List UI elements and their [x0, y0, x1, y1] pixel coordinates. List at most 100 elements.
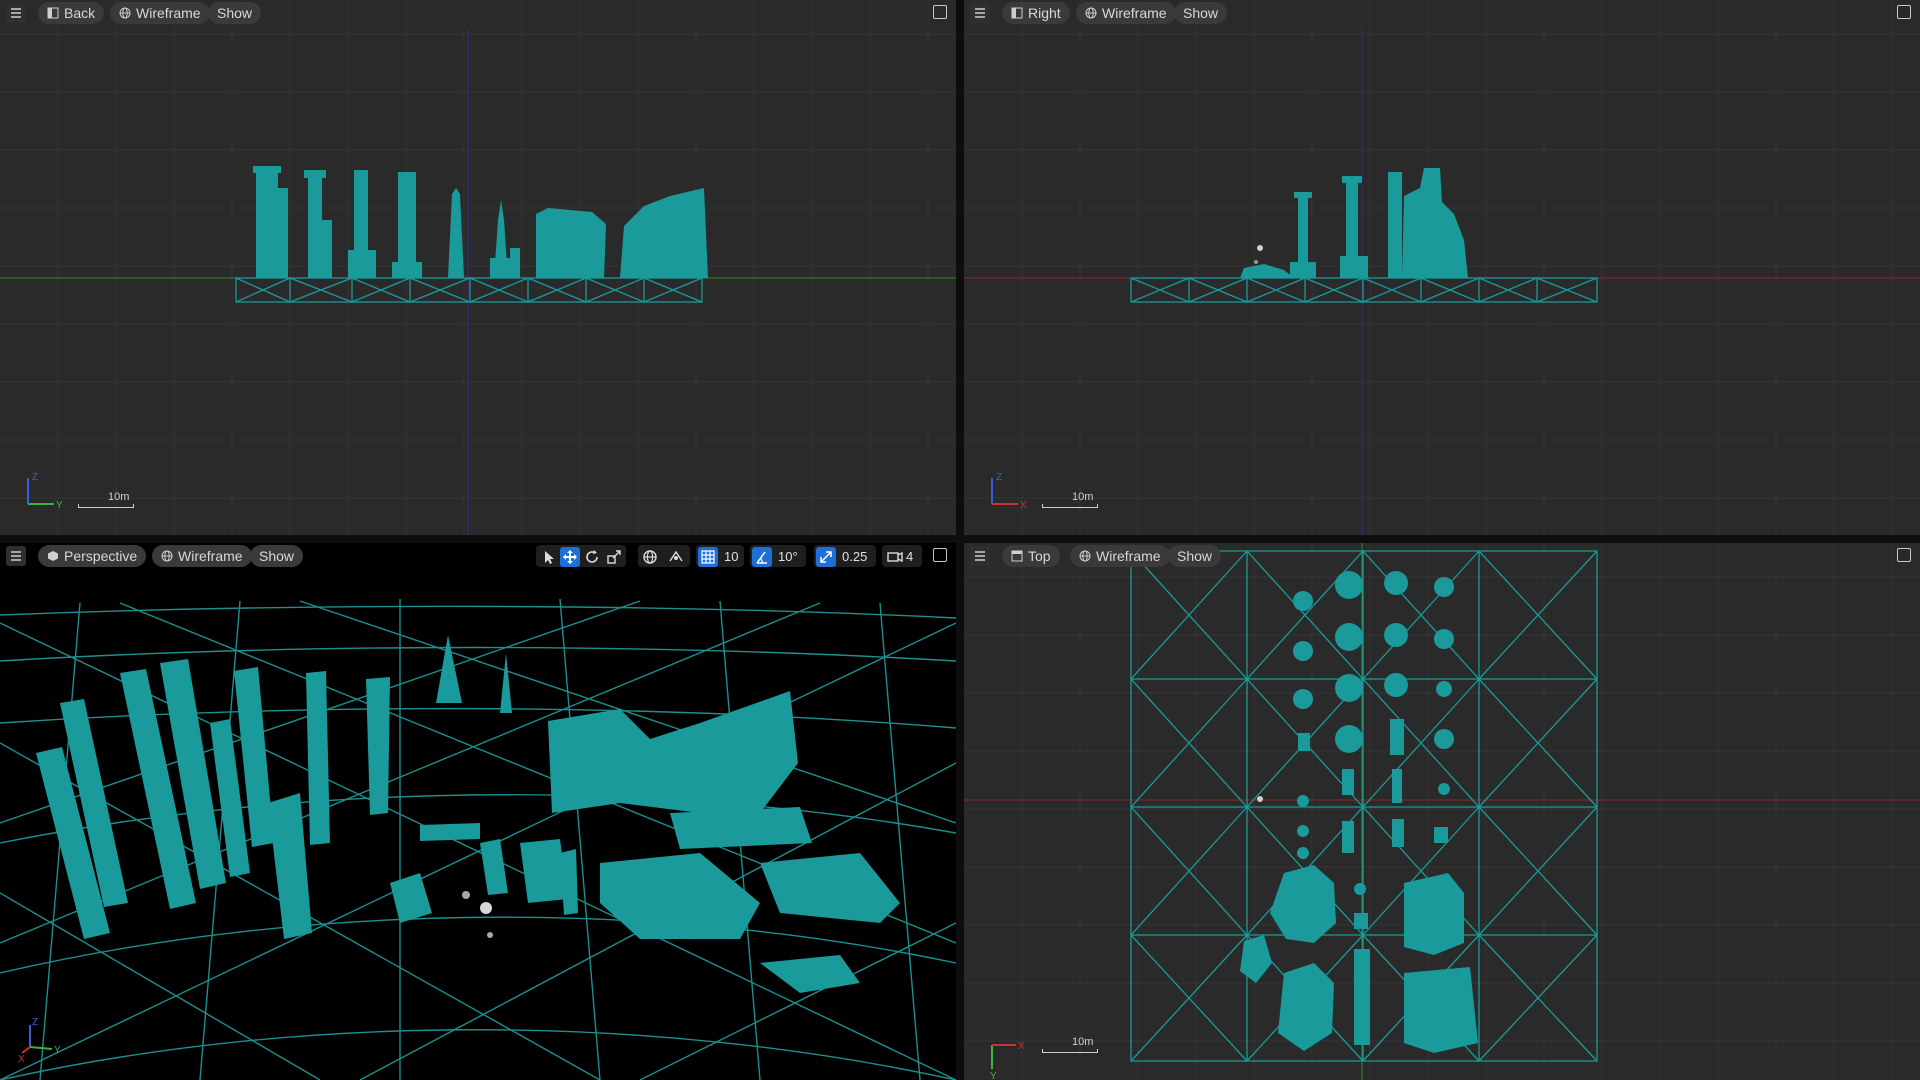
viewport-top[interactable]: Top Wireframe Show Y X 10m [964, 543, 1920, 1080]
column-mesh [366, 677, 390, 815]
ruin-wall-mesh [620, 188, 708, 278]
view-type-button[interactable]: Top [1002, 545, 1060, 567]
wireframe-icon [161, 550, 173, 562]
perspective-scene [0, 598, 956, 1080]
axis-x-label: X [1020, 500, 1027, 510]
obelisk-mesh [436, 635, 462, 703]
axis-gizmo: Z Y X [18, 1017, 61, 1063]
column-mesh [510, 248, 520, 278]
view-type-label: Right [1028, 5, 1061, 21]
scale-label: 10m [108, 491, 130, 503]
camera-gizmo [1257, 796, 1263, 802]
axis-z-label: Z [996, 472, 1002, 483]
view-type-label: Perspective [64, 548, 138, 564]
view-mode-label: Wireframe [1096, 548, 1161, 564]
show-button[interactable]: Show [1174, 2, 1228, 24]
mesh-objects [36, 635, 900, 993]
column-mesh [322, 220, 332, 278]
wireframe-icon [119, 7, 131, 19]
obelisk-mesh [500, 653, 512, 713]
perspective-cube-icon [48, 551, 58, 561]
show-button[interactable]: Show [1168, 545, 1222, 567]
column-mesh [268, 793, 312, 939]
show-label: Show [1177, 548, 1213, 564]
viewport-back[interactable]: Back Wireframe Show Z Y 10m [0, 0, 956, 535]
axis-gizmo: Z X [991, 472, 1027, 510]
mesh-silhouettes [253, 166, 708, 278]
view-mode-button[interactable]: Wireframe [1070, 545, 1170, 567]
camera-gizmo [1257, 245, 1263, 251]
rubble-mesh [600, 853, 760, 939]
column-mesh [308, 174, 322, 278]
right-scene [964, 0, 1920, 535]
block-mesh [560, 849, 578, 915]
block-mesh [480, 839, 508, 895]
view-mode-label: Wireframe [136, 5, 201, 21]
camera-gizmo [480, 902, 492, 914]
obelisk-mesh [448, 188, 464, 278]
axis-gizmo: Z Y [27, 472, 63, 510]
axis-y-label: Y [990, 1071, 997, 1079]
back-scene [0, 0, 956, 535]
view-mode-label: Wireframe [1102, 5, 1167, 21]
block-mesh [420, 823, 480, 841]
column-mesh [256, 168, 278, 278]
column-mesh [276, 188, 288, 278]
top-scene [964, 543, 1920, 1080]
ruin-wall-mesh [536, 208, 606, 278]
axis-z-label: Z [32, 472, 38, 483]
block-mesh [520, 839, 568, 903]
view-type-label: Top [1028, 548, 1051, 564]
column-capital [304, 170, 326, 178]
column-mesh [306, 671, 330, 845]
column-capital [1342, 176, 1362, 183]
mesh-silhouettes [1240, 168, 1468, 278]
column-base [1290, 262, 1316, 278]
view-type-button[interactable]: Right [1002, 2, 1070, 24]
view-mode-button[interactable]: Wireframe [110, 2, 210, 24]
wireframe-icon [1085, 7, 1097, 19]
rubble-mesh [760, 955, 860, 993]
column-base [392, 262, 422, 278]
camera-gizmo [487, 932, 493, 938]
block-mesh [390, 873, 432, 923]
column-capital [1294, 192, 1312, 198]
viewport-splitter-horizontal[interactable] [0, 535, 1920, 543]
camera-gizmo [462, 891, 470, 899]
axis-z-label: Z [32, 1017, 38, 1028]
view-mode-button[interactable]: Wireframe [152, 545, 252, 567]
column-capital [253, 166, 281, 173]
view-type-button[interactable]: Back [38, 2, 105, 24]
ruin-block-mesh [670, 807, 812, 849]
viewport-right[interactable]: Right Wireframe Show Z X 10m [964, 0, 1920, 535]
show-label: Show [1183, 5, 1219, 21]
axis-x-label: X [18, 1054, 25, 1063]
view-icon [47, 7, 59, 19]
ruin-wall-mesh [1402, 168, 1468, 278]
axis-x-label: X [1018, 1041, 1025, 1052]
column-base [1340, 256, 1368, 278]
view-mode-button[interactable]: Wireframe [1076, 2, 1176, 24]
scale-label: 10m [1072, 491, 1094, 503]
view-type-button[interactable]: Perspective [38, 545, 147, 567]
scale-label: 10m [1072, 1036, 1094, 1048]
camera-gizmo [1254, 260, 1258, 264]
viewport-perspective[interactable]: Perspective Wireframe Show 10 10° 0.25 4… [0, 543, 956, 1080]
axis-y-label: Y [54, 1045, 61, 1056]
view-type-label: Back [64, 5, 96, 21]
axis-y-label: Y [56, 500, 63, 510]
column-base [348, 250, 376, 278]
view-mode-label: Wireframe [178, 548, 243, 564]
view-icon [1011, 7, 1023, 19]
ground-plane-wireframe [1130, 277, 1598, 303]
column-mesh [1388, 172, 1402, 278]
show-label: Show [259, 548, 295, 564]
view-icon [1011, 550, 1023, 562]
axis-gizmo: Y X [990, 1041, 1025, 1079]
ground-plane-wireframe [235, 277, 703, 303]
show-button[interactable]: Show [208, 2, 262, 24]
show-button[interactable]: Show [250, 545, 304, 567]
rubble-mesh [760, 853, 900, 923]
grid [0, 0, 956, 535]
wireframe-icon [1079, 550, 1091, 562]
